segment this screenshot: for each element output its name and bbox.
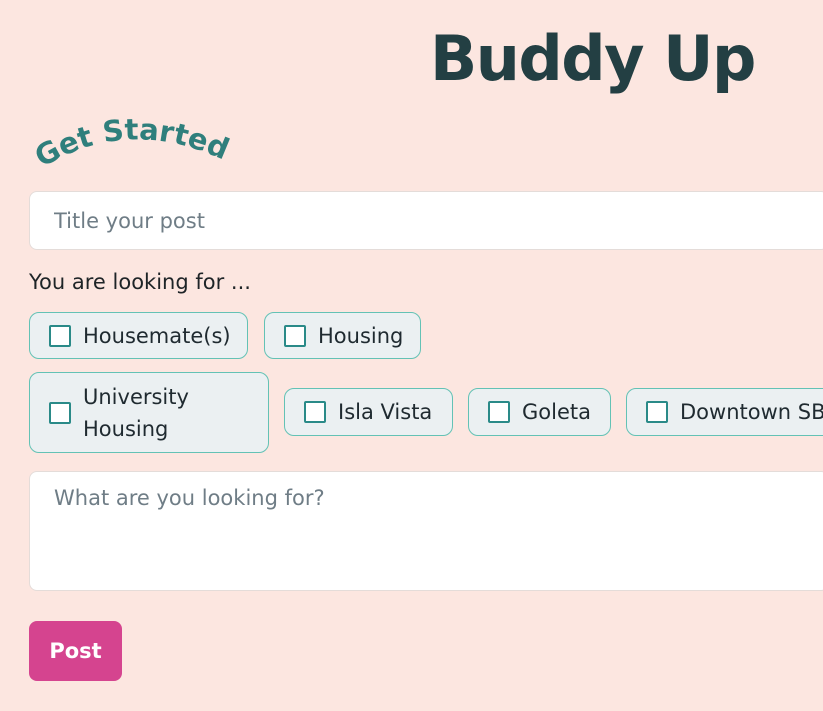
- option-downtown-sb[interactable]: Downtown SB: [626, 388, 823, 436]
- option-label: University Housing: [83, 384, 189, 441]
- checkbox-icon[interactable]: [646, 401, 668, 423]
- checkbox-icon[interactable]: [49, 324, 71, 347]
- option-housing[interactable]: Housing: [264, 312, 421, 359]
- get-started-tagline: Get Started!: [21, 77, 234, 174]
- option-university-housing[interactable]: University Housing: [29, 372, 269, 453]
- option-housemates[interactable]: Housemate(s): [29, 312, 248, 359]
- option-label: Housemate(s): [83, 323, 231, 348]
- post-title-input[interactable]: [29, 191, 823, 250]
- app-title: Buddy Up: [430, 22, 756, 95]
- checkbox-icon[interactable]: [304, 401, 326, 423]
- option-isla-vista[interactable]: Isla Vista: [284, 388, 453, 436]
- post-button[interactable]: Post: [29, 621, 122, 681]
- checkbox-icon[interactable]: [488, 401, 510, 423]
- option-label: Housing: [318, 323, 404, 348]
- checkbox-icon[interactable]: [49, 401, 71, 424]
- option-label: Goleta: [522, 400, 591, 424]
- option-label: Isla Vista: [338, 400, 433, 424]
- tagline-text: Get Started!: [21, 77, 234, 174]
- option-label: Downtown SB: [680, 400, 823, 424]
- option-goleta[interactable]: Goleta: [468, 388, 611, 436]
- checkbox-icon[interactable]: [284, 324, 306, 347]
- post-details-textarea[interactable]: [29, 471, 823, 591]
- looking-for-label: You are looking for ...: [29, 270, 251, 294]
